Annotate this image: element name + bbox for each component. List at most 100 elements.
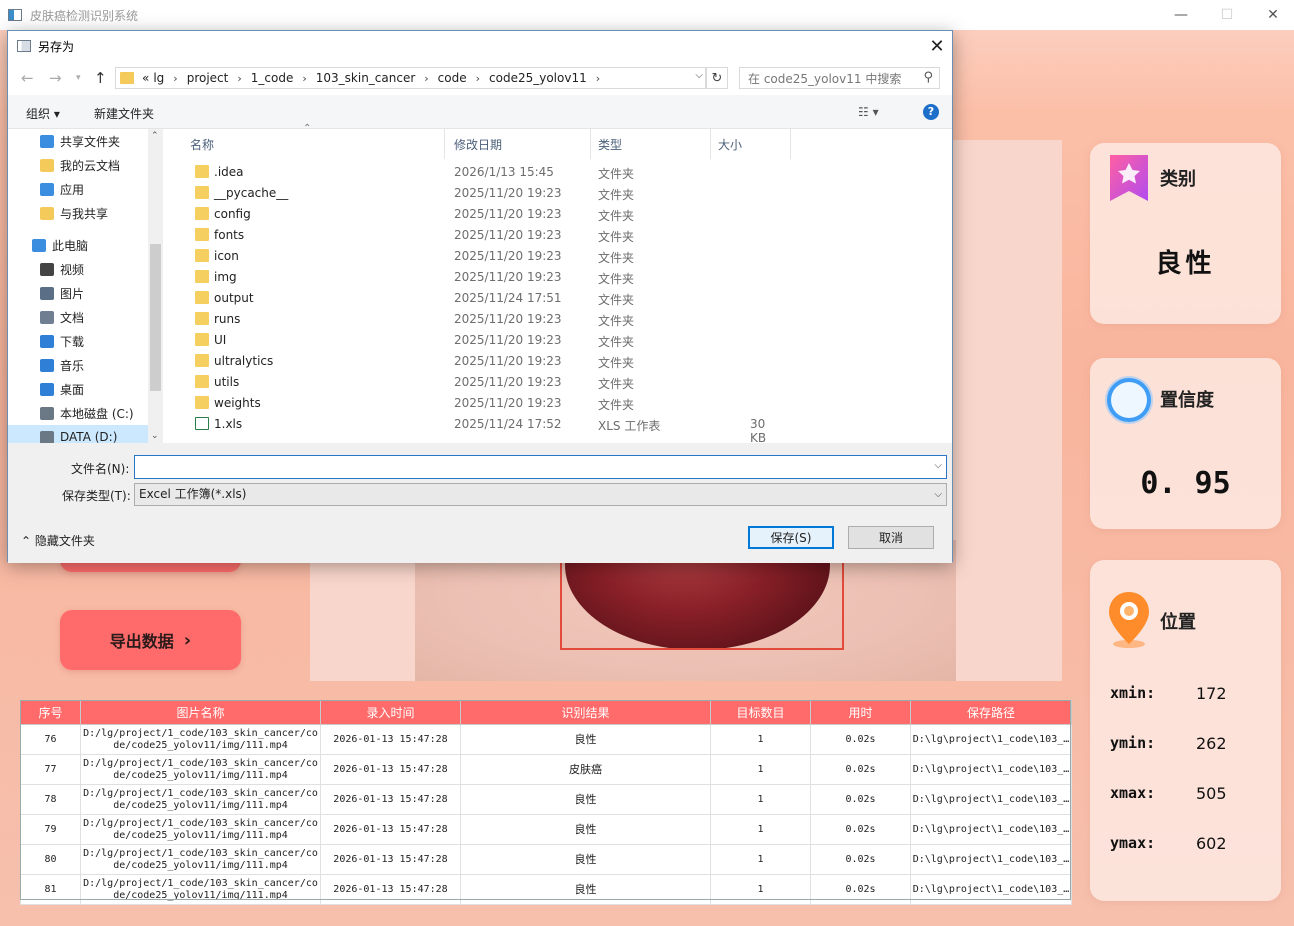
address-bar[interactable]: « lg › project › 1_code › 103_skin_cancer › code ›… (115, 67, 706, 89)
refresh-button[interactable]: ↻ (706, 67, 728, 89)
results-table: 序号 图片名称 录入时间 识别结果 目标数目 用时 保存路径 76 D:/lg/p… (20, 700, 1072, 905)
nav-item[interactable]: DATA (D:) (8, 425, 148, 443)
new-folder-button[interactable]: 新建文件夹 (94, 105, 154, 122)
col-header-save-path[interactable]: 保存路径 (910, 700, 1072, 725)
table-row[interactable]: 80 D:/lg/project/1_code/103_skin_cancer/c… (20, 844, 1072, 875)
nav-scrollbar[interactable]: ⌃ ⌄ (148, 129, 163, 443)
forward-arrow-icon[interactable]: → (49, 69, 62, 87)
back-arrow-icon[interactable]: ← (21, 69, 34, 87)
hide-folders-toggle[interactable]: ⌃ 隐藏文件夹 (21, 532, 95, 549)
file-row[interactable]: utils 2025/11/20 19:23 文件夹 (183, 372, 783, 393)
cancel-button[interactable]: 取消 (848, 526, 934, 549)
breadcrumb-item[interactable]: code (438, 71, 467, 85)
nav-item[interactable]: 此电脑 (8, 233, 148, 257)
column-name[interactable]: 名称 (183, 129, 445, 159)
breadcrumb-item[interactable]: 103_skin_cancer (316, 71, 416, 85)
search-input[interactable]: 在 code25_yolov11 中搜索 ⚲ (739, 67, 940, 89)
col-header-time[interactable]: 录入时间 (320, 700, 461, 725)
nav-item[interactable]: 文档 (8, 305, 148, 329)
position-card: 位置 xmin: 172 ymin: 262 xmax: 505 ymax: 6… (1090, 560, 1281, 901)
chevron-right-icon[interactable]: › (302, 72, 306, 85)
help-icon[interactable]: ? (923, 104, 939, 120)
table-row[interactable]: 79 D:/lg/project/1_code/103_skin_cancer/c… (20, 814, 1072, 845)
chevron-down-icon[interactable]: ⌵ (934, 460, 942, 471)
export-data-button[interactable]: 导出数据 › (60, 610, 241, 670)
save-button[interactable]: 保存(S) (748, 526, 834, 549)
category-card: 类别 良性 (1090, 143, 1281, 324)
column-date[interactable]: 修改日期 (447, 129, 591, 159)
nav-item[interactable]: 下载 (8, 329, 148, 353)
table-row[interactable]: 81 D:/lg/project/1_code/103_skin_cancer/c… (20, 874, 1072, 905)
up-arrow-icon[interactable]: ↑ (94, 69, 107, 87)
chevron-right-icon[interactable]: › (476, 72, 480, 85)
breadcrumb-item[interactable]: project (187, 71, 229, 85)
file-type: 文件夹 (598, 167, 635, 181)
col-header-result[interactable]: 识别结果 (460, 700, 711, 725)
organize-menu[interactable]: 组织 ▾ (26, 105, 60, 122)
minimize-button[interactable]: — (1158, 0, 1204, 30)
file-row[interactable]: img 2025/11/20 19:23 文件夹 (183, 267, 783, 288)
scroll-down-icon[interactable]: ⌄ (151, 431, 159, 441)
table-row[interactable]: 76 D:/lg/project/1_code/103_skin_cancer/c… (20, 724, 1072, 755)
file-row[interactable]: __pycache__ 2025/11/20 19:23 文件夹 (183, 183, 783, 204)
breadcrumb-item[interactable]: 1_code (251, 71, 294, 85)
nav-item[interactable]: 音乐 (8, 353, 148, 377)
dialog-close-button[interactable]: ✕ (922, 31, 952, 61)
nav-item[interactable]: 本地磁盘 (C:) (8, 401, 148, 425)
file-name: weights (214, 396, 261, 410)
xmin-label: xmin: (1110, 684, 1156, 702)
chevron-down-icon[interactable]: ⌵ (695, 70, 703, 81)
nav-item-label: 共享文件夹 (60, 134, 121, 149)
nav-item[interactable]: 视频 (8, 257, 148, 281)
nav-item-label: 桌面 (60, 382, 85, 397)
file-row[interactable]: output 2025/11/24 17:51 文件夹 (183, 288, 783, 309)
file-type: 文件夹 (598, 209, 635, 223)
app-close-button[interactable]: ✕ (1250, 0, 1294, 30)
cell-time: 2026-01-13 15:47:28 (320, 724, 461, 755)
column-size[interactable]: 大小 (711, 129, 791, 159)
file-row[interactable]: icon 2025/11/20 19:23 文件夹 (183, 246, 783, 267)
nav-item[interactable]: 共享文件夹 (8, 129, 148, 153)
nav-item[interactable]: 应用 (8, 177, 148, 201)
nav-item[interactable]: 与我共享 (8, 201, 148, 225)
folder-icon (195, 375, 209, 388)
col-header-index[interactable]: 序号 (20, 700, 81, 725)
chevron-right-icon[interactable]: › (237, 72, 241, 85)
maximize-button[interactable]: ☐ (1204, 0, 1250, 30)
file-row[interactable]: ultralytics 2025/11/20 19:23 文件夹 (183, 351, 783, 372)
file-row[interactable]: runs 2025/11/20 19:23 文件夹 (183, 309, 783, 330)
breadcrumb-item[interactable]: lg (153, 71, 164, 85)
filetype-select[interactable]: Excel 工作簿(*.xls) ⌵ (134, 483, 947, 506)
scroll-thumb[interactable] (150, 244, 161, 391)
filename-field[interactable]: ⌵ (134, 455, 947, 479)
file-row[interactable]: fonts 2025/11/20 19:23 文件夹 (183, 225, 783, 246)
breadcrumb-overflow[interactable]: « (142, 71, 149, 85)
file-row[interactable]: weights 2025/11/20 19:23 文件夹 (183, 393, 783, 414)
file-row[interactable]: UI 2025/11/20 19:23 文件夹 (183, 330, 783, 351)
col-header-image-name[interactable]: 图片名称 (80, 700, 321, 725)
breadcrumb-item[interactable]: code25_yolov11 (489, 71, 587, 85)
cell-save-path: D:\lg\project\1_code\103_… (910, 874, 1072, 905)
col-header-count[interactable]: 目标数目 (710, 700, 811, 725)
chevron-right-icon[interactable]: › (424, 72, 428, 85)
view-options-button[interactable]: ☷ ▾ (858, 105, 879, 119)
cell-result: 良性 (460, 874, 711, 905)
nav-item[interactable]: 桌面 (8, 377, 148, 401)
nav-item[interactable]: 图片 (8, 281, 148, 305)
dialog-titlebar: 另存为 ✕ (8, 31, 952, 61)
table-row[interactable]: 78 D:/lg/project/1_code/103_skin_cancer/c… (20, 784, 1072, 815)
recent-dropdown-icon[interactable]: ▾ (76, 73, 81, 83)
folder-icon (195, 354, 209, 367)
file-name: img (214, 270, 237, 284)
table-row[interactable]: 77 D:/lg/project/1_code/103_skin_cancer/c… (20, 754, 1072, 785)
scroll-up-icon[interactable]: ⌃ (151, 131, 159, 141)
column-type[interactable]: 类型 (591, 129, 711, 159)
col-header-duration[interactable]: 用时 (810, 700, 911, 725)
file-row[interactable]: .idea 2026/1/13 15:45 文件夹 (183, 162, 783, 183)
folder-icon (40, 158, 54, 172)
file-row[interactable]: config 2025/11/20 19:23 文件夹 (183, 204, 783, 225)
chevron-right-icon[interactable]: › (596, 72, 600, 85)
chevron-right-icon[interactable]: › (173, 72, 177, 85)
file-row[interactable]: 1.xls 2025/11/24 17:52 XLS 工作表 30 KB (183, 414, 783, 445)
nav-item[interactable]: 我的云文档 (8, 153, 148, 177)
